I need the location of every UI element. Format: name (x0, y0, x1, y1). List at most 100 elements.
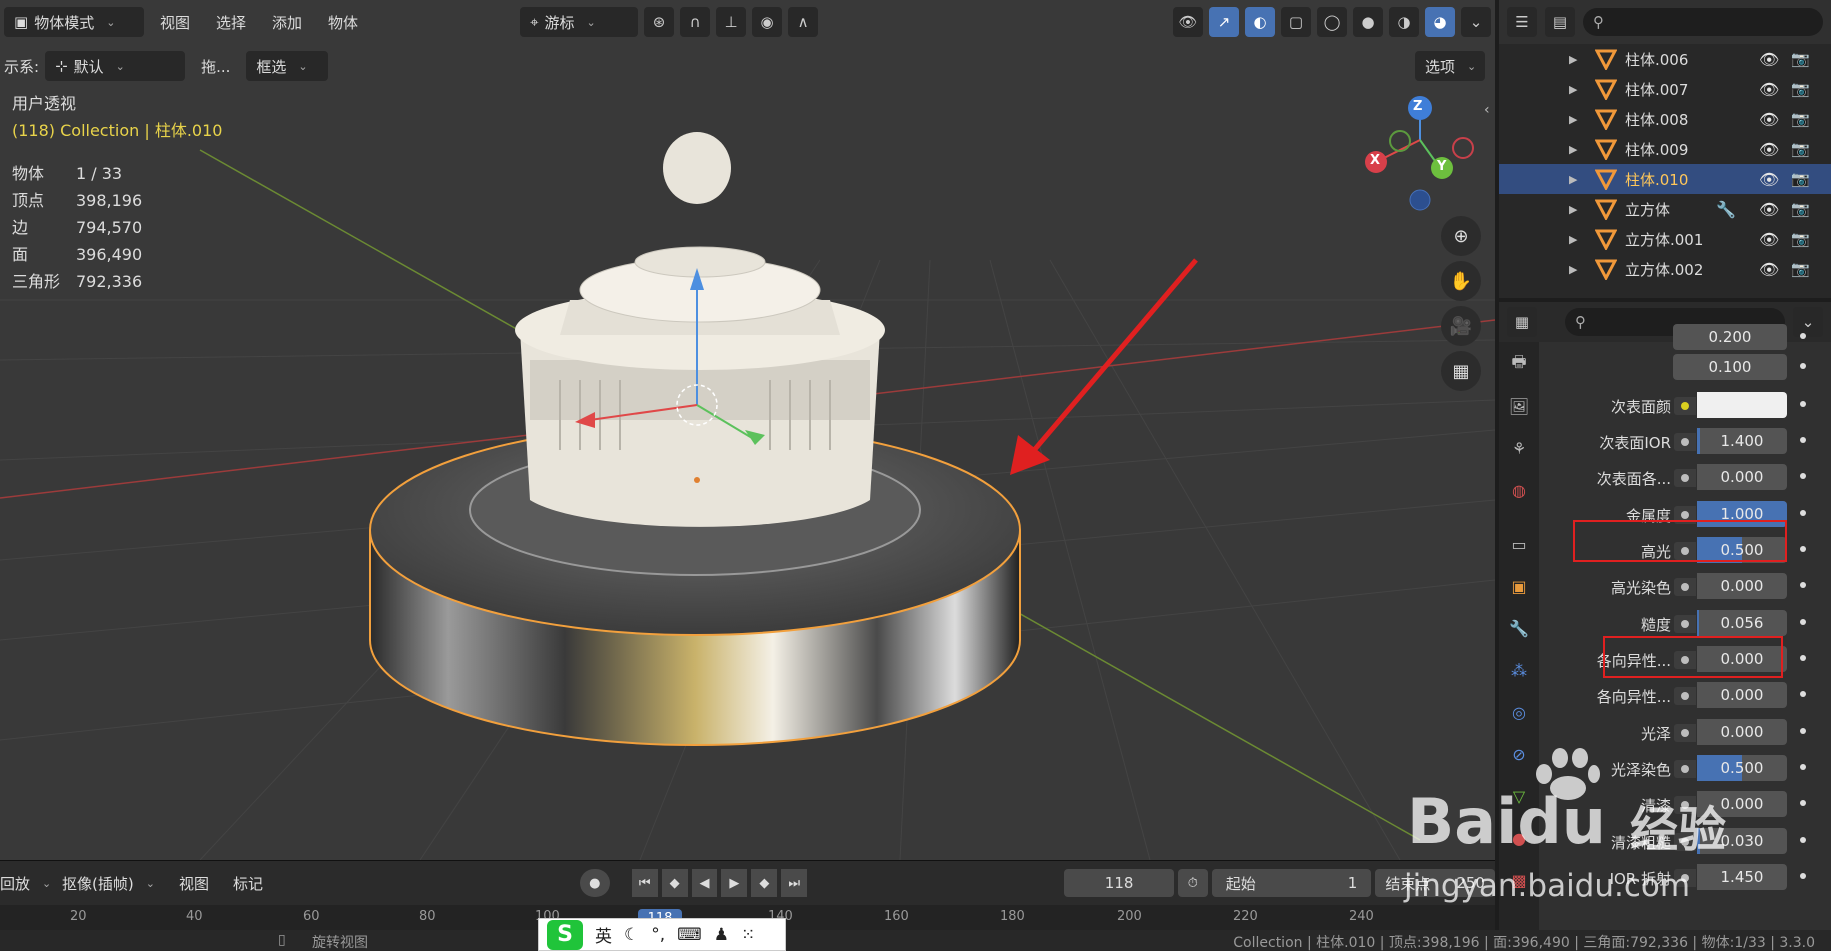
keyframe-dot-icon[interactable] (1800, 619, 1806, 625)
moon-icon[interactable]: ☾ (624, 925, 639, 945)
collection-tab-icon[interactable]: ▭ (1505, 530, 1533, 558)
record-icon[interactable]: ● (579, 869, 610, 897)
keyframe-dot-icon[interactable] (1800, 582, 1806, 588)
proportional-edit-icon[interactable]: ◉ (752, 7, 783, 37)
white-model[interactable] (515, 132, 885, 527)
socket-dot-icon[interactable] (1674, 615, 1696, 633)
modifier-tab-icon[interactable]: 🔧 (1505, 614, 1533, 642)
menu-object[interactable]: 物体 (318, 12, 368, 33)
keyframe-dot-icon[interactable] (1800, 363, 1806, 369)
keyframe-dot-icon[interactable] (1800, 437, 1806, 443)
expand-arrow-icon[interactable]: ▶ (1569, 143, 1577, 156)
ime-language[interactable]: 英 (595, 922, 612, 947)
select-mode-dropdown[interactable]: 框选 ⌄ (246, 51, 329, 81)
eye-icon[interactable]: 👁 (1759, 200, 1779, 219)
timeline-marker-menu[interactable]: 标记 (223, 873, 273, 894)
socket-dot-icon[interactable] (1674, 469, 1696, 487)
orientation-dropdown[interactable]: ⊹ 默认 ⌄ (45, 51, 186, 81)
outliner-item[interactable]: ▶ 柱体.010 👁 📷 (1499, 164, 1831, 194)
property-value-field[interactable]: 0.000 (1697, 682, 1787, 708)
menu-select[interactable]: 选择 (206, 12, 256, 33)
current-frame-field[interactable]: 118 (1064, 869, 1174, 897)
outliner-item[interactable]: ▶ 立方体.001 👁 📷 (1499, 224, 1831, 254)
mode-dropdown[interactable]: ▣ 物体模式 ⌄ (4, 7, 144, 37)
property-value-field[interactable] (1697, 392, 1787, 418)
display-mode-icon[interactable]: ☰ (1507, 7, 1537, 37)
keyframe-dot-icon[interactable] (1800, 546, 1806, 552)
grid-menu-icon[interactable]: ⁙ (741, 925, 755, 945)
wireframe-shading-icon[interactable]: ◯ (1317, 7, 1347, 37)
perspective-grid-icon[interactable]: ▦ (1441, 351, 1481, 391)
keyboard-icon[interactable]: ⌨ (677, 925, 702, 945)
filter-icon[interactable]: ▤ (1545, 7, 1575, 37)
camera-icon[interactable]: 📷 (1791, 80, 1810, 98)
keyframe-dot-icon[interactable] (1800, 401, 1806, 407)
prev-keyframe-icon[interactable]: ◆ (661, 869, 688, 897)
render-tab-icon[interactable]: 🖶 (1505, 350, 1533, 378)
keyframe-dot-icon[interactable] (1800, 800, 1806, 806)
sidebar-toggle-icon[interactable]: ‹ (1484, 102, 1490, 118)
camera-icon[interactable]: 📷 (1791, 170, 1810, 188)
keyframe-dot-icon[interactable] (1800, 837, 1806, 843)
keying-menu[interactable]: 抠像(插帧) ⌄ (52, 868, 165, 898)
keyframe-dot-icon[interactable] (1800, 333, 1806, 339)
snap-icon[interactable]: ∩ (680, 7, 711, 37)
world-tab-icon[interactable]: ◍ (1505, 476, 1533, 504)
next-keyframe-icon[interactable]: ◆ (751, 869, 778, 897)
overlay-toggle-icon[interactable]: ◐ (1245, 7, 1275, 37)
ime-toolbar[interactable]: S 英 ☾ °, ⌨ ♟ ⁙ (538, 918, 786, 951)
physics-tab-icon[interactable]: ◎ (1505, 698, 1533, 726)
eye-icon[interactable]: 👁 (1759, 50, 1779, 69)
modifier-wrench-icon[interactable]: 🔧 (1716, 200, 1736, 219)
outliner-item[interactable]: ▶ 柱体.006 👁 📷 (1499, 44, 1831, 74)
eye-icon[interactable]: 👁 (1759, 170, 1779, 189)
keyframe-dot-icon[interactable] (1800, 655, 1806, 661)
expand-arrow-icon[interactable]: ▶ (1569, 203, 1577, 216)
socket-dot-icon[interactable] (1674, 578, 1696, 596)
camera-icon[interactable]: 📷 (1791, 260, 1810, 278)
property-value-field[interactable]: 0.200 (1673, 324, 1787, 350)
outliner-item[interactable]: ▶ 立方体 🔧 👁 📷 (1499, 194, 1831, 224)
property-value-field[interactable]: 0.000 (1697, 464, 1787, 490)
keyframe-dot-icon[interactable] (1800, 764, 1806, 770)
options-dropdown[interactable]: 选项 ⌄ (1415, 51, 1485, 81)
eye-icon[interactable]: 👁 (1759, 230, 1779, 249)
timeline-view-menu[interactable]: 视图 (169, 873, 219, 894)
property-value-field[interactable]: 0.000 (1697, 719, 1787, 745)
stopwatch-icon[interactable]: ⏱ (1177, 869, 1208, 897)
output-tab-icon[interactable]: 🖼 (1505, 392, 1533, 420)
property-value-field[interactable]: 0.000 (1697, 573, 1787, 599)
camera-icon[interactable]: 📷 (1791, 50, 1810, 68)
property-value-field[interactable]: 1.400 (1697, 428, 1787, 454)
keyframe-dot-icon[interactable] (1800, 510, 1806, 516)
falloff-icon[interactable]: ∧ (788, 7, 819, 37)
eye-icon[interactable]: 👁 (1759, 110, 1779, 129)
eye-icon[interactable]: 👁 (1759, 140, 1779, 159)
snap-increment-icon[interactable]: ⊥ (716, 7, 747, 37)
outliner-item[interactable]: ▶ 柱体.007 👁 📷 (1499, 74, 1831, 104)
menu-add[interactable]: 添加 (262, 12, 312, 33)
eye-icon[interactable]: 👁 (1759, 260, 1779, 279)
scene-tab-icon[interactable]: ⚘ (1505, 434, 1533, 462)
socket-dot-icon[interactable] (1674, 760, 1696, 778)
particles-tab-icon[interactable]: ⁂ (1505, 656, 1533, 684)
socket-dot-icon[interactable] (1674, 397, 1696, 415)
outliner-item[interactable]: ▶ 立方体.002 👁 📷 (1499, 254, 1831, 284)
socket-dot-icon[interactable] (1674, 687, 1696, 705)
camera-icon[interactable]: 📷 (1791, 140, 1810, 158)
camera-icon[interactable]: 📷 (1791, 200, 1810, 218)
punctuation-icon[interactable]: °, (651, 925, 665, 945)
chevron-down-icon[interactable]: ⌄ (1461, 7, 1491, 37)
play-reverse-icon[interactable]: ◀ (691, 869, 718, 897)
jump-end-icon[interactable]: ⏭ (781, 869, 808, 897)
object-tab-icon[interactable]: ▣ (1505, 572, 1533, 600)
keyframe-dot-icon[interactable] (1800, 728, 1806, 734)
constraints-tab-icon[interactable]: ⊘ (1505, 740, 1533, 768)
xray-icon[interactable]: ▢ (1281, 7, 1311, 37)
3d-viewport[interactable]: Z X Y ▣ 物体模式 ⌄ 视图 选择 添加 物体 ⌖ 游标 ⌄ ⊛ ∩ ⊥ … (0, 0, 1495, 860)
camera-icon[interactable]: 📷 (1791, 230, 1810, 248)
drag-label[interactable]: 拖... (191, 56, 240, 77)
outliner-item[interactable]: ▶ 柱体.009 👁 📷 (1499, 134, 1831, 164)
eye-icon[interactable]: 👁 (1759, 80, 1779, 99)
material-shading-icon[interactable]: ◑ (1389, 7, 1419, 37)
